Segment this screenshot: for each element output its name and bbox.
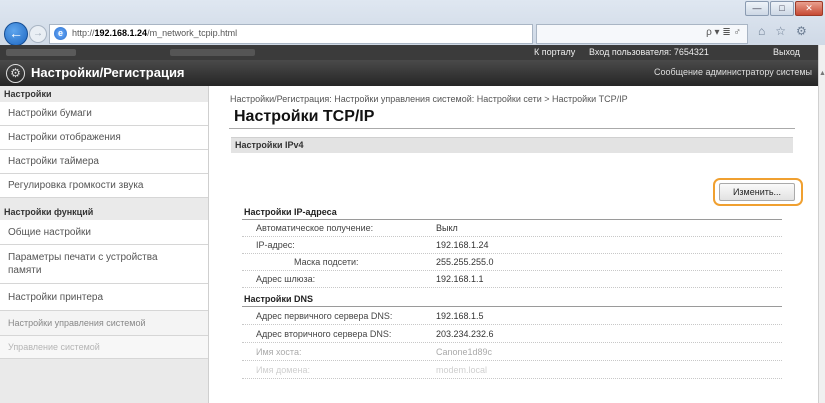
ip-row-subnet: Маска подсети: 255.255.255.0 <box>242 254 782 271</box>
sidebar-item-common[interactable]: Общие настройки <box>0 220 208 245</box>
address-bar[interactable]: e http://192.168.1.24/m_network_tcpip.ht… <box>49 24 533 44</box>
app-title: Настройки/Регистрация <box>31 65 185 80</box>
sidebar-item-system-management[interactable]: Настройки управления системой <box>0 311 208 336</box>
ip-row-gateway: Адрес шлюза: 192.168.1.1 <box>242 271 782 288</box>
row-label: IP-адрес: <box>256 240 295 250</box>
admin-message-link[interactable]: Сообщение администратору системы <box>654 67 812 77</box>
blurred-device-info <box>170 49 255 56</box>
dns-row-secondary: Адрес вторичного сервера DNS: 203.234.23… <box>242 326 782 343</box>
sidebar-item-volume[interactable]: Регулировка громкости звука <box>0 174 208 198</box>
url-text: http://192.168.1.24/m_network_tcpip.html <box>72 28 238 38</box>
blurred-device-name <box>6 49 76 56</box>
dns-row-hostname: Имя хоста: Canone1d89c <box>242 344 782 361</box>
section-header-ipv4: Настройки IPv4 <box>231 137 793 153</box>
row-value: Выкл <box>436 223 458 233</box>
address-bar-controls[interactable]: ρ ▾ ≣ ♂ <box>536 24 748 44</box>
section-title: Настройки IPv4 <box>235 140 304 150</box>
sidebar-item-paper[interactable]: Настройки бумаги <box>0 102 208 126</box>
minimize-button[interactable]: — <box>745 1 769 16</box>
dns-row-primary: Адрес первичного сервера DNS: 192.168.1.… <box>242 308 782 325</box>
app-header: ⚙ Настройки/Регистрация Сообщение админи… <box>0 60 818 86</box>
row-value: modem.local <box>436 365 488 375</box>
edit-button[interactable]: Изменить... <box>719 183 795 201</box>
toolbar-icons: ⌂ ☆ ⚙ <box>758 24 807 38</box>
sidebar-item-display[interactable]: Настройки отображения <box>0 126 208 150</box>
row-label: Маска подсети: <box>294 257 359 267</box>
row-value: 192.168.1.1 <box>436 274 484 284</box>
logout-link[interactable]: Выход <box>773 47 800 57</box>
scroll-up-icon[interactable]: ▲ <box>819 70 825 77</box>
window-controls: — □ ✕ <box>745 1 823 16</box>
sidebar-section-settings: Настройки <box>4 89 52 99</box>
page-scrollbar[interactable]: ▲ <box>818 45 825 403</box>
ip-settings-heading: Настройки IP-адреса <box>244 207 337 217</box>
row-label: Имя домена: <box>256 365 310 375</box>
row-label: Адрес шлюза: <box>256 274 316 284</box>
portal-link[interactable]: К порталу <box>534 47 575 57</box>
row-value: 192.168.1.24 <box>436 240 489 250</box>
row-value: 203.234.232.6 <box>436 329 494 339</box>
sidebar-item-timer[interactable]: Настройки таймера <box>0 150 208 174</box>
edit-button-highlight: Изменить... <box>713 178 803 206</box>
dns-row-domain: Имя домена: modem.local <box>242 362 782 379</box>
ie-page-icon: e <box>54 27 67 40</box>
row-label: Автоматическое получение: <box>256 223 374 233</box>
page-title: Настройки TCP/IP <box>234 108 375 125</box>
ip-row-address: IP-адрес: 192.168.1.24 <box>242 237 782 254</box>
main-content: Настройки/Регистрация: Настройки управле… <box>224 86 818 403</box>
search-refresh-icons[interactable]: ρ ▾ ≣ ♂ <box>706 27 741 38</box>
sidebar-item-printer[interactable]: Настройки принтера <box>0 284 208 311</box>
row-label: Адрес первичного сервера DNS: <box>256 311 393 321</box>
forward-arrow-icon[interactable]: → <box>29 25 47 43</box>
back-arrow-icon[interactable]: ← <box>4 22 28 46</box>
sidebar-item-system-admin[interactable]: Управление системой <box>0 336 208 359</box>
row-value: Canone1d89c <box>436 347 493 357</box>
breadcrumb: Настройки/Регистрация: Настройки управле… <box>230 94 628 104</box>
maximize-button[interactable]: □ <box>770 1 794 16</box>
row-value: 255.255.255.0 <box>436 257 494 267</box>
row-value: 192.168.1.5 <box>436 311 484 321</box>
settings-gear-icon[interactable]: ⚙ <box>796 24 807 38</box>
dns-settings-divider <box>242 306 782 307</box>
login-user-text: Вход пользователя: 7654321 <box>589 47 709 57</box>
ip-row-auto: Автоматическое получение: Выкл <box>242 220 782 237</box>
top-user-bar: К порталу Вход пользователя: 7654321 Вых… <box>0 45 818 60</box>
sidebar-item-memory-print[interactable]: Параметры печати с устройства памяти <box>0 245 208 284</box>
favorites-star-icon[interactable]: ☆ <box>775 24 786 38</box>
dns-settings-heading: Настройки DNS <box>244 294 313 304</box>
sidebar-section-functions: Настройки функций <box>4 207 94 217</box>
browser-chrome: — □ ✕ ← → e http://192.168.1.24/m_networ… <box>0 0 825 46</box>
row-label: Имя хоста: <box>256 347 302 357</box>
row-label: Адрес вторичного сервера DNS: <box>256 329 392 339</box>
title-divider <box>229 128 795 129</box>
close-window-button[interactable]: ✕ <box>795 1 823 16</box>
sidebar: Настройки Настройки бумаги Настройки ото… <box>0 86 209 403</box>
home-icon[interactable]: ⌂ <box>758 24 765 38</box>
settings-gear-icon: ⚙ <box>6 64 25 83</box>
